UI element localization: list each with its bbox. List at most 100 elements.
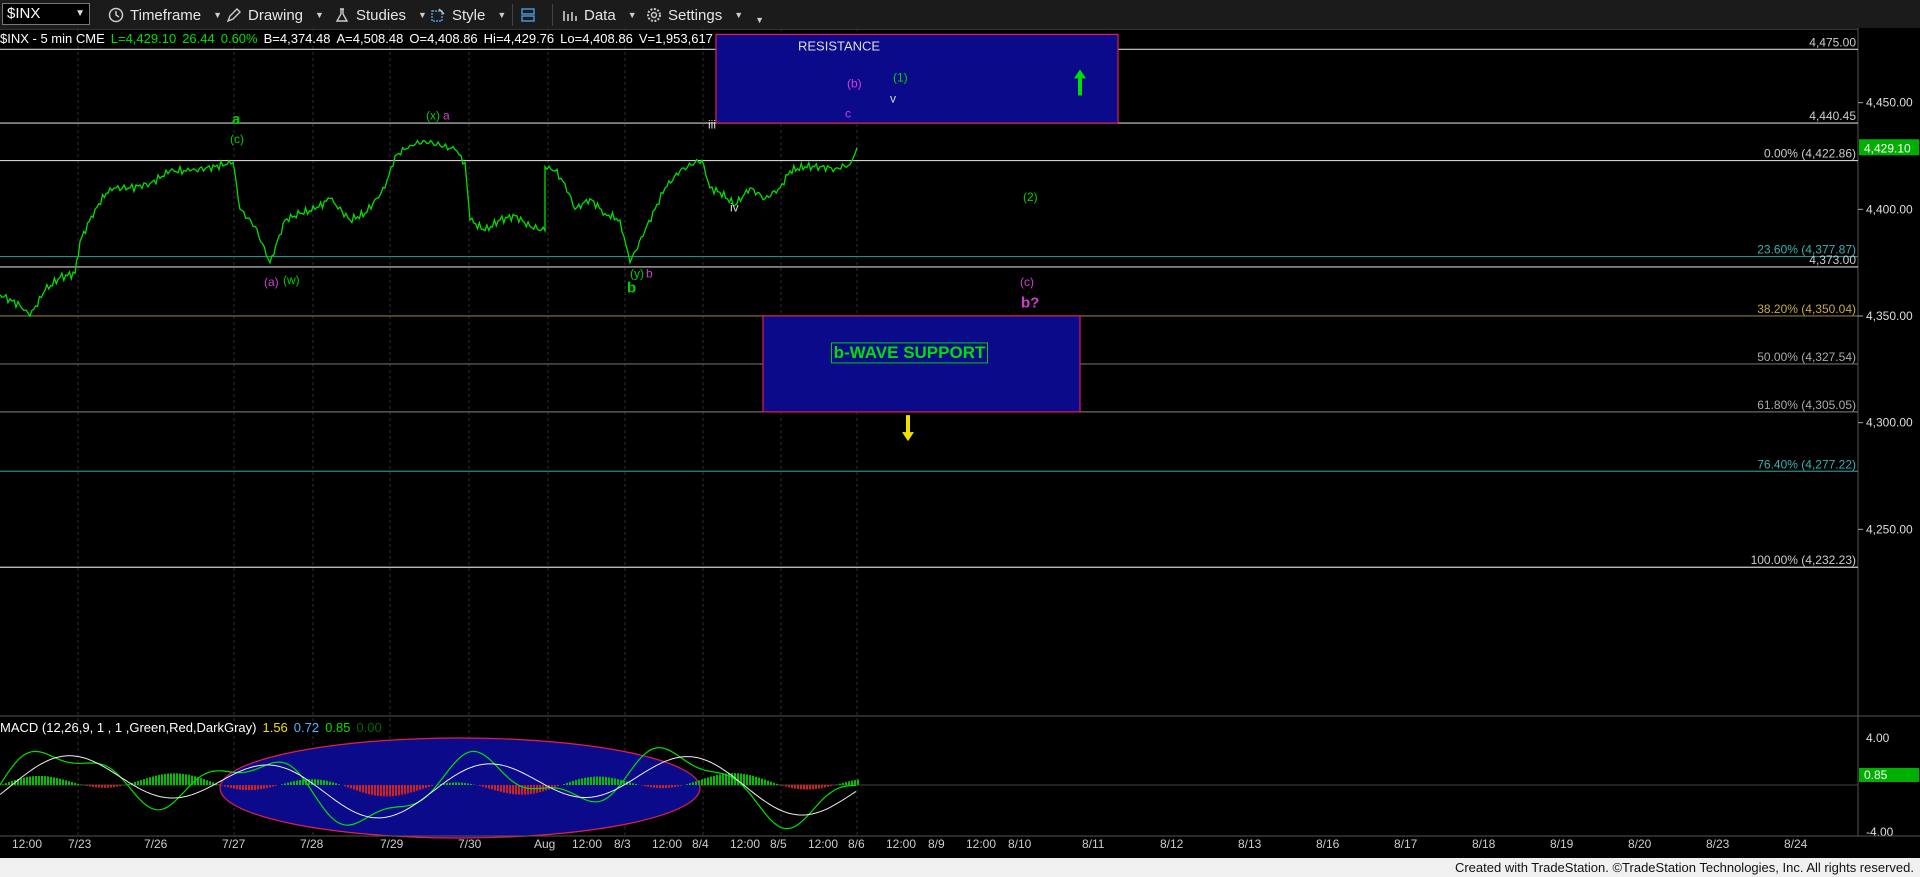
timeframe-button[interactable]: Timeframe ▼ <box>108 4 222 26</box>
macd-histogram-bar <box>62 779 64 785</box>
macd-histogram-bar <box>353 785 355 790</box>
resistance-box[interactable] <box>715 33 1119 124</box>
macd-histogram-bar <box>281 784 283 785</box>
macd-histogram-bar <box>716 775 718 785</box>
macd-histogram-bar <box>596 776 598 785</box>
time-axis-label: 7/26 <box>144 837 168 851</box>
macd-histogram-bar <box>662 785 664 789</box>
overflow-caret-icon[interactable]: ▼ <box>755 15 764 25</box>
macd-histogram-bar <box>89 785 91 787</box>
macd-histogram-bar <box>233 785 235 789</box>
macd-histogram-bar <box>713 775 715 785</box>
symbol-info-bar: $INX - 5 min CME L=4,429.10 26.44 0.60% B=4,… <box>0 31 719 46</box>
macd-histogram-bar <box>659 785 661 789</box>
macd-histogram-bar <box>458 782 460 785</box>
macd-histogram-bar <box>245 785 247 791</box>
low-price: Lo=4,408.86 <box>560 31 633 46</box>
wave-label: (y) <box>630 267 644 281</box>
support-box[interactable] <box>762 315 1081 413</box>
macd-histogram-bar <box>572 780 574 785</box>
macd-histogram-bar <box>488 785 490 789</box>
drawing-button[interactable]: Drawing ▼ <box>226 4 324 26</box>
macd-histogram-bar <box>80 784 82 785</box>
macd-histogram-bar <box>470 783 472 785</box>
symbol-selector[interactable]: $INX ▼ <box>2 3 90 25</box>
macd-histogram-bar <box>86 785 88 786</box>
macd-histogram-bar <box>800 785 802 790</box>
macd-histogram-bar <box>605 777 607 785</box>
data-label: Data <box>584 6 616 24</box>
wave-label: a <box>443 109 450 123</box>
timeframe-label: Timeframe <box>130 6 202 24</box>
macd-histogram-bar <box>185 774 187 785</box>
level-label: 4,373.00 <box>1809 253 1856 267</box>
macd-histogram-bar <box>746 774 748 785</box>
bar-chart-icon <box>563 11 577 21</box>
macd-histogram-bar <box>149 777 151 785</box>
macd-histogram-bar <box>242 785 244 790</box>
macd-histogram-bar <box>179 773 181 785</box>
macd-histogram-bar <box>407 785 409 794</box>
macd-histogram-bar <box>23 777 25 785</box>
macd-histogram-bar <box>329 781 331 785</box>
macd-histogram-bar <box>674 785 676 788</box>
macd-histogram-bar <box>704 778 706 785</box>
macd-histogram-bar <box>503 785 505 793</box>
macd-histogram-bar <box>326 780 328 785</box>
macd-histogram-bar <box>425 785 427 788</box>
macd-histogram-bar <box>821 785 823 789</box>
macd-histogram-bar <box>599 776 601 785</box>
level-label: 50.00% (4,327.54) <box>1757 350 1856 364</box>
time-axis-label: 12:00 <box>966 837 996 851</box>
macd-histogram-bar <box>359 785 361 792</box>
macd-histogram-bar <box>827 785 829 787</box>
macd-histogram-bar <box>386 785 388 797</box>
macd-value-2: 0.72 <box>293 720 320 735</box>
macd-histogram-bar <box>812 785 814 790</box>
support-label: b-WAVE SUPPORT <box>834 343 986 362</box>
style-icon <box>431 8 445 22</box>
macd-histogram-bar <box>203 779 205 785</box>
macd-histogram-bar <box>224 785 226 787</box>
macd-histogram-bar <box>701 779 703 785</box>
macd-histogram-bar <box>71 782 73 785</box>
macd-histogram-bar <box>680 785 682 786</box>
studies-button[interactable]: Studies ▼ <box>334 4 427 26</box>
time-axis-label: 12:00 <box>12 837 42 851</box>
macd-histogram-bar <box>41 775 43 785</box>
chevron-down-icon: ▼ <box>75 8 85 19</box>
macd-histogram-bar <box>524 785 526 795</box>
macd-histogram-bar <box>845 782 847 785</box>
resistance-label: RESISTANCE <box>798 38 880 53</box>
time-axis-label: 7/29 <box>380 837 404 851</box>
macd-histogram-bar <box>206 780 208 785</box>
settings-button[interactable]: Settings ▼ ▼ <box>646 4 764 26</box>
layout-button[interactable] <box>520 4 536 26</box>
macd-histogram-bar <box>608 777 610 785</box>
macd-legend: MACD (12,26,9, 1 , 1 ,Green,Red,DarkGray… <box>0 720 388 735</box>
macd-histogram-bar <box>431 785 433 787</box>
macd-histogram-bar <box>791 785 793 789</box>
macd-histogram-bar <box>737 773 739 785</box>
macd-histogram-bar <box>455 782 457 785</box>
macd-histogram-bar <box>155 775 157 785</box>
macd-histogram-bar <box>452 782 454 785</box>
macd-histogram-bar <box>236 785 238 790</box>
macd-histogram-bar <box>506 785 508 794</box>
style-button[interactable]: Style ▼ <box>430 4 506 26</box>
macd-histogram-bar <box>695 781 697 785</box>
macd-histogram-bar <box>563 783 565 785</box>
data-button[interactable]: Data ▼ <box>562 4 637 26</box>
macd-histogram-bar <box>47 776 49 785</box>
macd-histogram-bar <box>569 781 571 785</box>
macd-histogram-bar <box>485 785 487 788</box>
price-tick-label: 4,300.00 <box>1866 416 1913 430</box>
macd-histogram-bar <box>299 780 301 785</box>
macd-histogram-bar <box>770 781 772 785</box>
macd-divergence-ellipse <box>219 737 701 839</box>
time-axis-label: 8/9 <box>928 837 945 851</box>
price-series[interactable] <box>0 139 858 318</box>
macd-histogram-bar <box>230 785 232 788</box>
open-price: O=4,408.86 <box>409 31 478 46</box>
macd-histogram-bar <box>26 777 28 785</box>
